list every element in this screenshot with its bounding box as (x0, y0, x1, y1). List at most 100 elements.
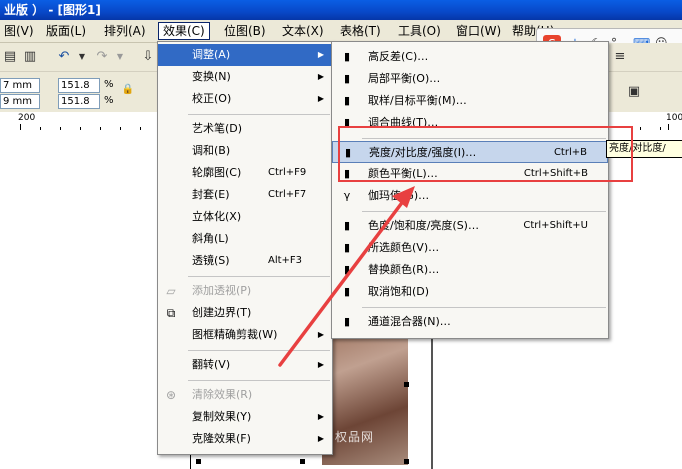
submenu-item-label: 色度/饱和度/亮度(S)… (368, 219, 479, 232)
menu-item-label: 封套(E) (192, 188, 230, 201)
menu-layout[interactable]: 版面(L) (42, 23, 90, 39)
menu-item-shortcut: Ctrl+F9 (268, 167, 307, 178)
menu-item-flip[interactable]: 翻转(V) ▶ (158, 354, 332, 376)
boundary-icon: ⧉ (166, 306, 176, 320)
selection-handle[interactable] (300, 459, 305, 464)
adjust-submenu: ▮ 高反差(C)… ▮ 局部平衡(O)… ▮ 取样/目标平衡(M)… ▮ 调合曲… (331, 41, 609, 339)
submenu-arrow-icon: ▶ (317, 72, 324, 81)
submenu-arrow-icon: ▶ (317, 412, 324, 421)
menu-item-label: 立体化(X) (192, 210, 242, 223)
menu-item-label: 艺术笔(D) (192, 122, 243, 135)
menu-arrange[interactable]: 排列(A) (100, 23, 150, 39)
menu-item-label: 添加透视(P) (192, 284, 252, 297)
submenu-item-replace-color[interactable]: ▮ 替换颜色(R)… (332, 259, 608, 281)
menu-item-transform[interactable]: 变换(N) ▶ (158, 66, 332, 88)
submenu-item-shortcut: Ctrl+Shift+U (523, 220, 588, 231)
menu-item-correction[interactable]: 校正(O) ▶ (158, 88, 332, 110)
menu-item-copy-effect[interactable]: 复制效果(Y) ▶ (158, 406, 332, 428)
menu-item-contour[interactable]: 轮廓图(C) Ctrl+F9 (158, 162, 332, 184)
submenu-item-gamma[interactable]: γ 伽玛值(G)… (332, 185, 608, 207)
sample-target-icon: ▮ (343, 94, 351, 107)
submenu-item-channel-mixer[interactable]: ▮ 通道混合器(N)… (332, 311, 608, 333)
menu-item-label: 创建边界(T) (192, 306, 252, 319)
menu-item-artistic-media[interactable]: 艺术笔(D) (158, 118, 332, 140)
import-icon[interactable]: ⇩ (140, 49, 156, 65)
position-y-field[interactable]: 9 mm (0, 94, 40, 109)
menu-item-lens[interactable]: 透镜(S) Alt+F3 (158, 250, 332, 272)
menu-item-label: 清除效果(R) (192, 388, 253, 401)
menu-item-label: 轮廓图(C) (192, 166, 242, 179)
menu-table[interactable]: 表格(T) (336, 23, 385, 39)
menu-item-blend[interactable]: 调和(B) (158, 140, 332, 162)
menu-item-add-perspective: ▱ 添加透视(P) (158, 280, 332, 302)
submenu-item-label: 局部平衡(O)… (368, 72, 441, 85)
submenu-item-hue-saturation[interactable]: ▮ 色度/饱和度/亮度(S)… Ctrl+Shift+U (332, 215, 608, 237)
menu-effects[interactable]: 效果(C) (158, 22, 210, 40)
menu-item-label: 透镜(S) (192, 254, 230, 267)
menu-text[interactable]: 文本(X) (278, 23, 328, 39)
gamma-icon: γ (343, 189, 351, 202)
wrap-text-icon[interactable]: ▣ (626, 84, 642, 100)
submenu-item-label: 高反差(C)… (368, 50, 429, 63)
menu-item-extrude[interactable]: 立体化(X) (158, 206, 332, 228)
submenu-arrow-icon: ▶ (317, 360, 324, 369)
submenu-item-label: 取样/目标平衡(M)… (368, 94, 467, 107)
title-bar: 业版 ） - [图形1] (0, 0, 682, 20)
menu-item-label: 变换(N) (192, 70, 231, 83)
menu-bitmaps[interactable]: 位图(B) (220, 23, 270, 39)
replace-color-icon: ▮ (343, 263, 351, 276)
lock-ratio-icon[interactable]: 🔒 (120, 82, 136, 98)
redo-icon[interactable]: ↷ (94, 49, 110, 65)
menu-item-label: 克隆效果(F) (192, 432, 251, 445)
submenu-item-sample-target-balance[interactable]: ▮ 取样/目标平衡(M)… (332, 90, 608, 112)
submenu-item-label: 通道混合器(N)… (368, 315, 451, 328)
menu-item-powerclip[interactable]: 图框精确剪裁(W) ▶ (158, 324, 332, 346)
position-x-field[interactable]: 7 mm (0, 78, 40, 93)
submenu-item-local-equalization[interactable]: ▮ 局部平衡(O)… (332, 68, 608, 90)
menu-window[interactable]: 窗口(W) (452, 23, 505, 39)
submenu-item-label: 伽玛值(G)… (368, 189, 430, 202)
menu-item-label: 调整(A) (192, 48, 231, 61)
copy-icon[interactable]: ▤ (2, 49, 18, 65)
menu-view[interactable]: 图(V) (0, 23, 38, 39)
menu-item-clone-effect[interactable]: 克隆效果(F) ▶ (158, 428, 332, 450)
selection-handle[interactable] (196, 459, 201, 464)
menu-item-envelope[interactable]: 封套(E) Ctrl+F7 (158, 184, 332, 206)
selection-handle[interactable] (404, 459, 409, 464)
local-equalization-icon: ▮ (343, 72, 351, 85)
scale-width-field[interactable]: 151.8 (58, 78, 100, 93)
perspective-icon: ▱ (166, 284, 176, 298)
clear-effect-icon: ⊛ (165, 388, 177, 402)
menu-item-label: 图框精确剪裁(W) (192, 328, 278, 341)
submenu-arrow-icon: ▶ (317, 94, 324, 103)
submenu-item-label: 所选颜色(V)… (368, 241, 440, 254)
menu-item-shortcut: Alt+F3 (268, 255, 303, 266)
submenu-item-label: 取消饱和(D) (368, 285, 430, 298)
redo-dropdown-icon[interactable]: ▼ (112, 49, 128, 65)
menu-item-label: 校正(O) (192, 92, 232, 105)
undo-icon[interactable]: ↶ (56, 49, 72, 65)
paste-icon[interactable]: ▥ (22, 49, 38, 65)
high-contrast-icon: ▮ (343, 50, 351, 63)
menu-item-clear-effect: ⊛ 清除效果(R) (158, 384, 332, 406)
menu-tools[interactable]: 工具(O) (394, 23, 445, 39)
submenu-item-selective-color[interactable]: ▮ 所选颜色(V)… (332, 237, 608, 259)
selection-handle[interactable] (404, 382, 409, 387)
channel-mixer-icon: ▮ (343, 315, 351, 328)
menu-item-label: 调和(B) (192, 144, 231, 157)
selective-color-icon: ▮ (343, 241, 351, 254)
options-icon[interactable]: ≡ (612, 49, 628, 65)
submenu-item-desaturate[interactable]: ▮ 取消饱和(D) (332, 281, 608, 303)
scale-height-field[interactable]: 151.8 (58, 94, 100, 109)
menu-item-adjust[interactable]: 调整(A) ▶ (158, 44, 332, 66)
percent-label: % (104, 79, 114, 90)
effects-menu: 调整(A) ▶ 变换(N) ▶ 校正(O) ▶ 艺术笔(D) 调和(B) 轮廓图… (157, 41, 333, 455)
submenu-arrow-icon: ▶ (317, 330, 324, 339)
menu-item-bevel[interactable]: 斜角(L) (158, 228, 332, 250)
undo-dropdown-icon[interactable]: ▼ (74, 49, 90, 65)
watermark-text: 权品网 (335, 430, 375, 444)
menu-item-create-boundary[interactable]: ⧉ 创建边界(T) (158, 302, 332, 324)
annotation-highlight-box (338, 126, 633, 182)
submenu-item-high-contrast[interactable]: ▮ 高反差(C)… (332, 46, 608, 68)
hue-saturation-icon: ▮ (343, 219, 351, 232)
